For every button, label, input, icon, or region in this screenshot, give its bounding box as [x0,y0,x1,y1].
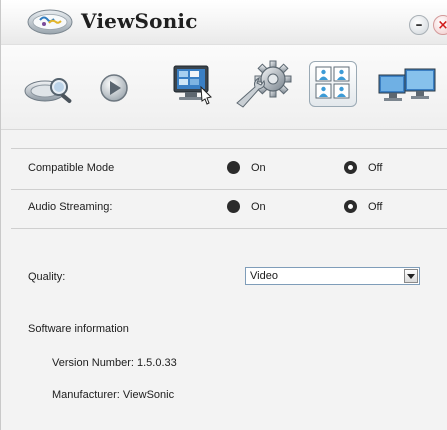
row-divider [11,228,447,229]
section-divider [11,148,447,149]
compatible-mode-off-radio[interactable]: Off [344,161,382,174]
row-divider [11,189,447,190]
multi-monitor-icon [378,68,436,101]
compatible-mode-off-label: Off [368,161,383,174]
quality-select[interactable]: Video [245,267,420,285]
play-tool-button[interactable] [99,73,129,103]
quality-label: Quality: [28,271,66,283]
radio-dot-icon [227,161,240,174]
compatible-mode-on-radio[interactable]: On [227,161,266,174]
search-camera-icon [24,78,72,103]
quality-select-value: Video [250,270,278,282]
audio-streaming-label: Audio Streaming: [28,201,113,213]
search-camera-tool-button[interactable] [23,67,77,107]
radio-dot-icon [344,200,357,213]
compatible-mode-on-label: On [251,161,266,174]
app-title: ViewSonic [81,9,198,33]
close-button[interactable]: × [433,15,447,35]
software-info-heading: Software information [28,323,129,335]
settings-gear-icon [236,60,292,108]
chevron-down-icon[interactable] [404,269,418,283]
settings-tool-button[interactable] [233,59,299,109]
audio-streaming-off-label: Off [368,200,383,213]
minimize-icon: – [415,17,423,33]
compatible-mode-row: Compatible Mode On Off [11,161,447,177]
close-icon: × [437,17,447,33]
audio-streaming-on-label: On [251,200,266,213]
multi-monitor-tool-button[interactable] [375,65,441,109]
version-number-text: Version Number: 1.5.0.33 [52,357,177,369]
radio-dot-icon [344,161,357,174]
minimize-button[interactable]: – [409,15,429,35]
title-bar: ViewSonic – × [1,0,447,45]
quad-view-tool-button[interactable] [309,61,357,107]
quad-view-icon [315,66,350,99]
toolbar [1,45,447,130]
compatible-mode-label: Compatible Mode [28,162,115,174]
audio-streaming-off-radio[interactable]: Off [344,200,382,213]
viewsonic-birds-logo-icon [27,9,73,35]
monitor-tool-button[interactable] [171,63,215,107]
manufacturer-text: Manufacturer: ViewSonic [52,389,175,401]
app-window: ViewSonic – × Compatible Mode On Off Aud… [0,0,447,430]
audio-streaming-on-radio[interactable]: On [227,200,266,213]
play-icon [100,74,128,102]
radio-dot-icon [227,200,240,213]
audio-streaming-row: Audio Streaming: On Off [11,200,447,216]
monitor-display-icon [173,65,212,105]
